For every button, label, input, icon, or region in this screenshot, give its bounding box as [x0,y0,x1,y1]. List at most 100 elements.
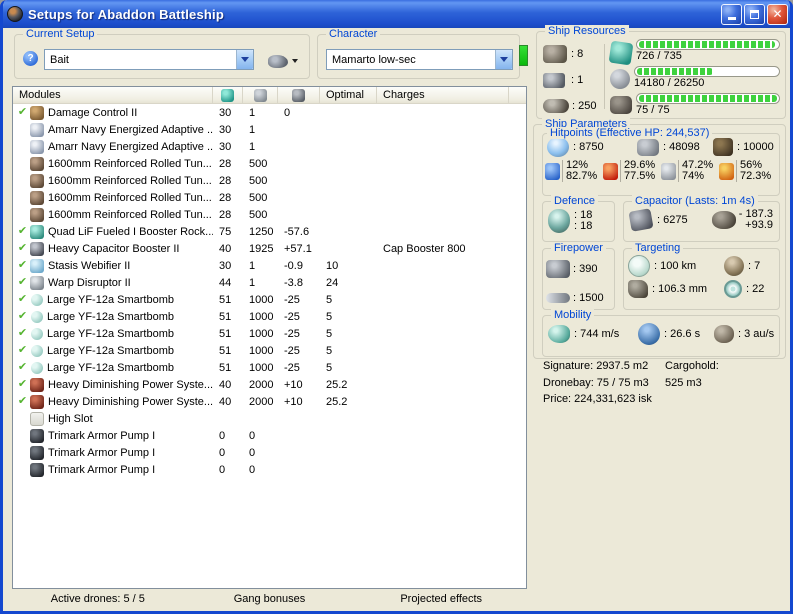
module-row[interactable]: Amarr Navy Energized Adaptive ... 30 1 [13,138,526,155]
module-name: Trimark Armor Pump I [48,463,156,476]
powergrid-value: 1 [249,123,256,136]
cpu-value: 75 [219,225,232,238]
current-setup-group: Current Setup ? Bait [14,28,310,79]
minimize-icon [727,17,736,20]
powergrid-value: 0 [249,446,256,459]
max-velocity-icon [548,325,570,343]
cpu-value: 40 [219,378,232,391]
capacitor-value: -25 [284,344,300,357]
turret-hardpoints-icon [543,45,567,63]
powergrid-usage-value: 14180 / 26250 [634,77,705,89]
header-cpu[interactable] [213,87,243,104]
setup-select[interactable]: Bait [44,49,254,70]
powergrid-value: 1250 [249,225,274,238]
module-row[interactable]: Trimark Armor Pump I 0 0 [13,427,526,444]
module-row[interactable]: 1600mm Reinforced Rolled Tun... 28 500 [13,172,526,189]
explosive-resist-icon [719,162,734,180]
targeting-label: Targeting [632,242,684,254]
help-icon[interactable]: ? [23,51,38,66]
powergrid-value: 1 [249,106,256,119]
close-button[interactable]: ✕ [767,3,788,25]
powergrid-value: 1000 [249,327,274,340]
titlebar[interactable]: Setups for Abaddon Battleship ✕ [3,0,790,28]
thermal-resist-values: 29.6% 77.5% [620,160,655,182]
energy-neutralizer-icon [30,377,44,392]
cpu-value: 30 [219,140,232,153]
capacitor-icon [292,88,305,102]
module-row[interactable]: 1600mm Reinforced Rolled Tun... 28 500 [13,155,526,172]
max-velocity-value: : 744 m/s [574,328,620,340]
module-name: 1600mm Reinforced Rolled Tun... [48,208,212,221]
powergrid-value: 500 [249,174,268,187]
module-row[interactable]: ✔ Large YF-12a Smartbomb 51 1000 -25 5 [13,342,526,359]
character-group: Character Mamarto low-sec [317,28,520,79]
capacitor-value: +57.1 [284,242,312,255]
setup-select-dropdown-button[interactable] [236,50,253,69]
fitted-check-icon: ✔ [17,361,28,373]
stasis-webifier-icon [30,258,44,273]
header-charges[interactable]: Charges [377,87,509,104]
capacitor-value: -25 [284,293,300,306]
module-row[interactable]: ✔ Heavy Diminishing Power Syste... 40 20… [13,393,526,410]
module-row[interactable]: ✔ Heavy Diminishing Power Syste... 40 20… [13,376,526,393]
chevron-down-icon [500,57,508,62]
module-row[interactable]: ✔ Large YF-12a Smartbomb 51 1000 -25 5 [13,325,526,342]
fitted-check-icon: ✔ [17,242,28,254]
scan-resolution-value: : 106.3 mm [652,283,708,295]
tab-active-drones[interactable]: Active drones: 5 / 5 [12,591,184,609]
armor-plate-icon [30,173,44,188]
module-row[interactable]: ✔ Quad LiF Fueled I Booster Rock... 75 1… [13,223,526,240]
align-time-value: : 26.6 s [664,328,701,340]
fitted-check-icon: ✔ [17,310,28,322]
module-row[interactable]: ✔ Large YF-12a Smartbomb 51 1000 -25 5 [13,359,526,376]
charges-value: Cap Booster 800 [383,242,466,255]
header-modules[interactable]: Modules [13,87,213,104]
price-value: Price: 224,331,623 isk [543,393,652,405]
fitted-check-icon: ✔ [17,225,28,237]
powergrid-value: 2000 [249,378,274,391]
module-row[interactable]: ✔ Large YF-12a Smartbomb 51 1000 -25 5 [13,308,526,325]
cpu-value: 30 [219,106,232,119]
module-row[interactable]: 1600mm Reinforced Rolled Tun... 28 500 [13,206,526,223]
powergrid-value: 0 [249,429,256,442]
module-row[interactable]: Trimark Armor Pump I 0 0 [13,444,526,461]
module-row[interactable]: ✔ Stasis Webifier II 30 1 -0.9 10 [13,257,526,274]
module-row[interactable]: ✔ Heavy Capacitor Booster II 40 1925 +57… [13,240,526,257]
header-capacitor[interactable] [278,87,320,104]
module-row[interactable]: 1600mm Reinforced Rolled Tun... 28 500 [13,189,526,206]
volley-icon [546,260,570,278]
em-resist-icon [545,162,560,180]
volley-value: : 390 [573,263,598,275]
header-powergrid[interactable] [243,87,278,104]
tab-projected-effects[interactable]: Projected effects [355,591,527,609]
cpu-usage-value: 726 / 735 [636,50,682,62]
maximize-button[interactable] [744,3,765,25]
module-row[interactable]: ✔ Large YF-12a Smartbomb 51 1000 -25 5 [13,291,526,308]
character-select[interactable]: Mamarto low-sec [326,49,513,70]
module-row[interactable]: ✔ Damage Control II 30 1 0 [13,104,526,121]
cpu-bar-fill [639,41,776,48]
header-optimal[interactable]: Optimal [320,87,377,104]
module-row[interactable]: ✔ Warp Disruptor II 44 1 -3.8 24 [13,274,526,291]
ship-menu-button[interactable] [262,50,304,72]
cpu-value: 28 [219,174,232,187]
cpu-value: 51 [219,310,232,323]
module-name: Damage Control II [48,106,138,119]
character-select-dropdown-button[interactable] [495,50,512,69]
cpu-bar [636,39,780,50]
minimize-button[interactable] [721,3,742,25]
tab-gang-bonuses[interactable]: Gang bonuses [184,591,356,609]
module-row[interactable]: Amarr Navy Energized Adaptive ... 30 1 [13,121,526,138]
module-name: Amarr Navy Energized Adaptive ... [48,123,213,136]
modules-rows: ✔ Damage Control II 30 1 0 Amarr Navy En… [13,104,526,478]
armor-hp-value: : 48098 [663,141,700,153]
bottom-tabs: Active drones: 5 / 5 Gang bonuses Projec… [12,591,527,609]
fitted-check-icon: ✔ [17,276,28,288]
smartbomb-icon [31,294,43,306]
character-select-value: Mamarto low-sec [332,53,416,66]
cpu-value: 51 [219,327,232,340]
module-name: Heavy Capacitor Booster II [48,242,180,255]
module-row[interactable]: High Slot [13,410,526,427]
sensor-strength-value: : 22 [746,283,765,295]
module-row[interactable]: Trimark Armor Pump I 0 0 [13,461,526,478]
